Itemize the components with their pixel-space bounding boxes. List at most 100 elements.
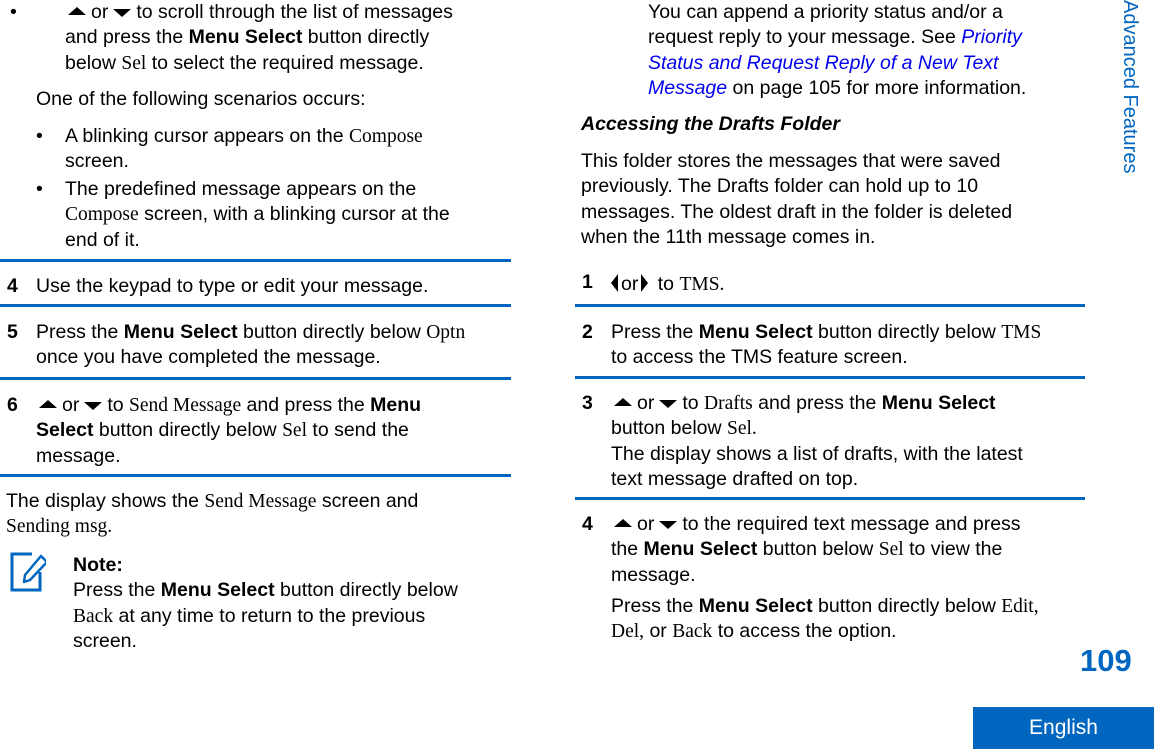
text: button directly below xyxy=(237,321,427,343)
text: to the required text message and press xyxy=(682,513,1021,535)
ui-term-drafts: Drafts xyxy=(704,393,753,414)
divider xyxy=(575,376,1085,379)
text: button directly below xyxy=(93,419,283,442)
text: button directly below xyxy=(812,321,1002,343)
menu-label: Menu xyxy=(370,394,422,416)
arrow-up-icon xyxy=(39,399,57,408)
arrow-down-icon xyxy=(113,8,132,17)
step-number: 3 xyxy=(582,392,593,414)
text: to scroll through the list of messages xyxy=(136,1,453,23)
text: Press the xyxy=(73,579,161,602)
scenarios-intro: One of the following scenarios occurs: xyxy=(36,88,366,110)
ui-term-sel: Sel xyxy=(121,52,147,74)
divider xyxy=(0,474,511,477)
text: messages. The oldest draft in the folder… xyxy=(581,200,1013,223)
step-4-text: or to the required text message and press… xyxy=(611,512,1081,644)
divider xyxy=(575,497,1085,500)
text: to view the xyxy=(903,538,1003,561)
step-6-text: or to Send Message and press the Menu Sel… xyxy=(36,393,506,469)
text: You can append a priority status and/or … xyxy=(648,1,1003,23)
ui-term-send-message: Send Message xyxy=(204,491,317,512)
step-4-text: Use the keypad to type or edit your mess… xyxy=(36,275,429,297)
text: screen. xyxy=(73,629,137,652)
text: when the 11th message comes in. xyxy=(581,225,876,248)
ui-term-optn: Optn xyxy=(426,322,466,343)
menu-select-label: Menu Select xyxy=(698,321,813,343)
menu-select-label: Menu Select xyxy=(123,321,238,343)
bullet-dot: • xyxy=(36,125,43,147)
text: to xyxy=(682,392,705,414)
or-text: or xyxy=(637,392,655,414)
divider xyxy=(575,304,1085,307)
ui-term-sel: Sel. xyxy=(727,418,757,440)
text: screen. xyxy=(65,150,129,173)
priority-status-link[interactable]: Message xyxy=(648,77,727,99)
text: text message drafted on top. xyxy=(611,467,859,490)
ui-term-sending-msg: Sending msg. xyxy=(6,516,113,538)
arrow-down-icon xyxy=(659,520,678,529)
priority-intro: You can append a priority status and/or … xyxy=(648,0,1088,101)
text: the xyxy=(611,538,644,561)
step-number: 4 xyxy=(7,275,18,297)
bullet-scroll-instructions: or to scroll through the list of messages… xyxy=(65,0,515,76)
result-text: The display shows the Send Message scree… xyxy=(6,489,506,540)
menu-select-label: Menu Select xyxy=(160,579,275,602)
text: to xyxy=(107,394,130,416)
text: Press the xyxy=(611,321,699,343)
text: and press the xyxy=(65,26,189,49)
text: or xyxy=(644,620,673,643)
arrow-up-icon xyxy=(614,518,632,527)
text: previously. The Drafts folder can hold u… xyxy=(581,175,979,198)
or-text: or xyxy=(91,1,109,23)
arrow-right-icon xyxy=(641,273,649,292)
text: end of it. xyxy=(65,228,140,251)
text: screen and xyxy=(316,490,419,512)
scenario-2: The predefined message appears on the Co… xyxy=(65,177,505,253)
text: This folder stores the messages that wer… xyxy=(581,150,1001,172)
text: button directly below xyxy=(274,579,458,602)
ui-term-tms: TMS. xyxy=(679,274,725,295)
section-side-title: Advanced Features xyxy=(1119,0,1141,174)
note-title: Note: xyxy=(73,554,123,576)
step-number: 5 xyxy=(7,321,18,343)
priority-status-link[interactable]: Priority xyxy=(961,26,1022,48)
text: at any time to return to the previous xyxy=(113,604,426,627)
drafts-description: This folder stores the messages that wer… xyxy=(581,149,1081,250)
step-1-text: or to TMS. xyxy=(611,272,724,297)
step-5-text: Press the Menu Select button directly be… xyxy=(36,320,506,371)
step-2-text: Press the Menu Select button directly be… xyxy=(611,320,1081,371)
text: and press the xyxy=(241,394,371,416)
text: on page 105 for more information. xyxy=(727,76,1027,99)
step-number: 1 xyxy=(582,271,593,293)
text: below xyxy=(65,51,122,74)
text: to select the required message. xyxy=(146,51,424,74)
scenario-1: A blinking cursor appears on the Compose… xyxy=(65,124,505,175)
text: The predefined message appears on the xyxy=(65,178,417,200)
ui-term-sel: Sel xyxy=(282,420,307,442)
text: to access the TMS feature screen. xyxy=(611,346,908,369)
arrow-up-icon xyxy=(614,397,632,406)
or-text: or xyxy=(62,394,80,416)
bullet-dot: • xyxy=(10,1,17,23)
priority-status-link[interactable]: Status and Request Reply of a New Text xyxy=(648,52,998,74)
ui-term-del: Del, xyxy=(611,621,645,643)
text: message. xyxy=(36,444,121,467)
text: button directly below xyxy=(812,594,1002,617)
text: to access the option. xyxy=(712,620,897,643)
ui-term-compose: Compose xyxy=(65,204,139,226)
menu-select-label: Menu Select xyxy=(698,594,813,617)
divider xyxy=(0,304,511,307)
section-heading: Accessing the Drafts Folder xyxy=(581,113,840,135)
step-number: 2 xyxy=(582,321,593,343)
arrow-down-icon xyxy=(84,401,103,410)
text: request reply to your message. See xyxy=(648,26,962,49)
text: button below xyxy=(757,538,879,561)
text: message. xyxy=(611,563,696,586)
ui-term-edit: Edit, xyxy=(1001,595,1039,617)
text: to send the xyxy=(306,419,409,442)
ui-term-compose: Compose xyxy=(349,126,423,147)
step-number: 4 xyxy=(582,513,593,535)
select-label: Select xyxy=(36,419,94,442)
note-box: Note: Press the Menu Select button direc… xyxy=(73,553,513,654)
arrow-left-icon xyxy=(611,273,618,292)
